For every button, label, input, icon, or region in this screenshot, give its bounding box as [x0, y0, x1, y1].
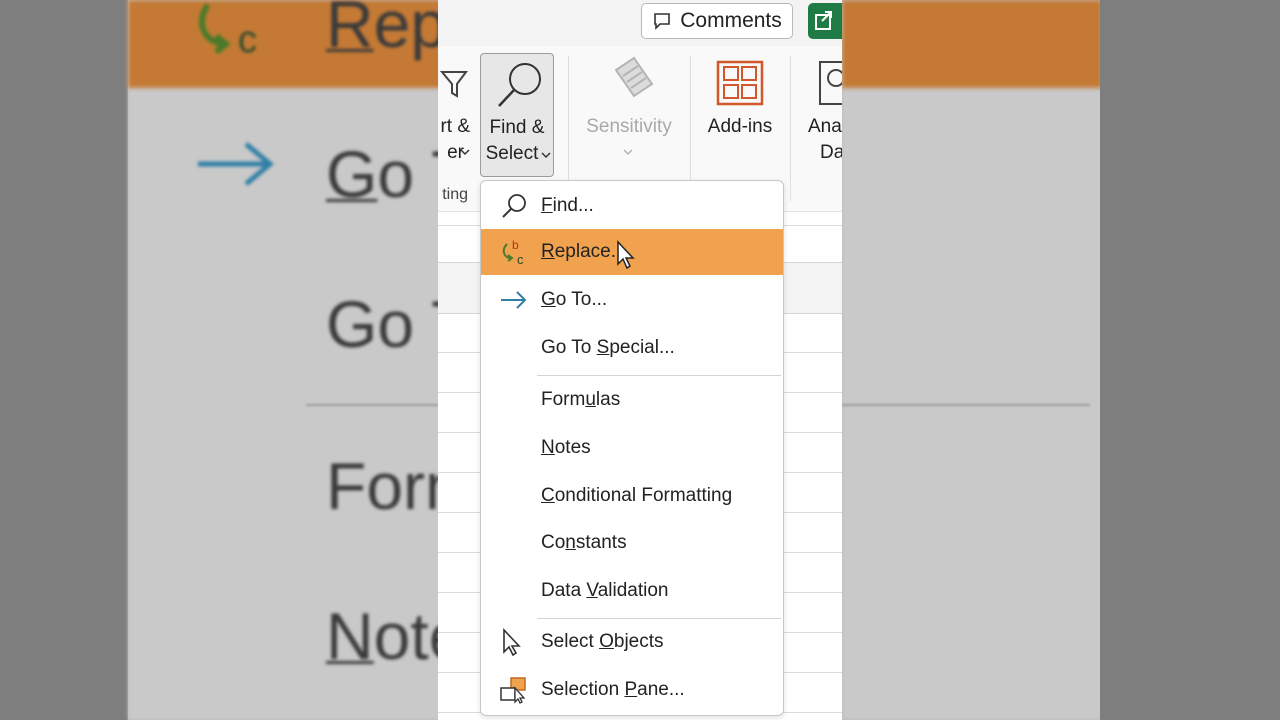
bg-zoomed-menu-right: [842, 0, 1102, 720]
find-select-button[interactable]: Find & Select: [480, 53, 554, 177]
comment-icon: [654, 13, 671, 30]
menu-label-find: Find...: [541, 195, 594, 216]
sensitivity-icon: [614, 56, 654, 98]
background-left: c Rep Go T Go T Form Note: [0, 0, 438, 720]
menu-label-data-validation: Data Validation: [541, 580, 669, 601]
menu-label-goto-special: Go To Special...: [541, 337, 675, 358]
find-select-label-1: Find &: [489, 117, 545, 138]
search-icon: [502, 194, 526, 218]
chevron-down-icon: [541, 152, 551, 159]
comments-label: Comments: [680, 9, 782, 32]
replace-icon: b c: [502, 238, 524, 266]
menu-label-notes: Notes: [541, 437, 591, 458]
group-label: ting: [442, 186, 468, 203]
analyze-label-2: Da: [820, 142, 842, 163]
ribbon-divider: [568, 56, 569, 180]
menu-label-constants: Constants: [541, 532, 627, 553]
bg-text-replace: Rep: [326, 0, 438, 61]
bg-separator-right: [842, 404, 1090, 406]
menu-item-data-validation[interactable]: Data Validation: [481, 568, 783, 614]
menu-label-conditional-formatting: Conditional Formatting: [541, 485, 733, 506]
bg-text-formulas: Form: [326, 449, 438, 523]
chevron-down-icon: [623, 149, 633, 156]
menu-label-formulas: Formulas: [541, 389, 621, 410]
chevron-down-icon: [460, 149, 470, 156]
menu-item-formulas[interactable]: Formulas: [481, 377, 783, 423]
share-icon: [815, 11, 832, 30]
menu-item-goto[interactable]: Go To...: [481, 277, 783, 323]
share-button[interactable]: [808, 3, 842, 39]
addins-label[interactable]: Add-ins: [696, 114, 784, 140]
ribbon-divider: [690, 56, 691, 180]
menu-label-goto: Go To...: [541, 289, 608, 310]
menu-item-constants[interactable]: Constants: [481, 520, 783, 566]
bg-separator: [306, 404, 438, 406]
menu-item-conditional-formatting[interactable]: Conditional Formatting: [481, 473, 783, 519]
ribbon-divider: [790, 56, 791, 201]
svg-text:b: b: [512, 238, 519, 252]
bg-arrow-icon: [198, 142, 274, 186]
menu-item-find[interactable]: Find...: [481, 183, 783, 229]
menu-label-select-objects: Select Objects: [541, 631, 664, 652]
bg-text-notes: Note: [326, 599, 438, 673]
addins-icon[interactable]: [716, 60, 764, 106]
arrow-right-icon: [501, 291, 527, 309]
analyze-data-icon[interactable]: [818, 60, 842, 106]
analyze-label-1: Ana: [808, 116, 842, 137]
menu-item-select-objects[interactable]: Select Objects: [481, 619, 783, 665]
filter-icon: [440, 71, 468, 98]
menu-item-notes[interactable]: Notes: [481, 425, 783, 471]
comments-button[interactable]: Comments: [641, 3, 793, 39]
magnifier-icon: [498, 63, 541, 107]
menu-item-goto-special[interactable]: Go To Special...: [481, 325, 783, 371]
bg-shade-right: [1100, 0, 1280, 720]
menu-label-replace: Replace...: [541, 241, 627, 262]
menu-item-selection-pane[interactable]: Selection Pane...: [481, 667, 783, 713]
selection-pane-icon: [500, 677, 526, 704]
find-select-label-2: Select: [485, 143, 539, 164]
menu-label-selection-pane: Selection Pane...: [541, 679, 685, 700]
bg-shade: [0, 0, 128, 720]
menu-separator: [537, 375, 781, 376]
sensitivity-label: Sensitivity: [586, 116, 672, 137]
bg-text-goto: Go T: [326, 137, 438, 211]
background-right: [842, 0, 1280, 720]
mouse-cursor-icon: [617, 240, 635, 270]
pointer-icon: [503, 628, 521, 656]
svg-text:c: c: [238, 19, 257, 61]
sort-filter-label-1: rt &: [440, 116, 470, 137]
bg-highlight-right: [842, 0, 1102, 88]
title-toolbar: Comments: [438, 0, 842, 46]
excel-window: Comments rt & er ting Find & Select Sens…: [438, 0, 842, 720]
bg-replace-icon: c: [198, 3, 257, 61]
svg-text:c: c: [517, 252, 524, 266]
bg-text-goto-special: Go T: [326, 287, 438, 361]
